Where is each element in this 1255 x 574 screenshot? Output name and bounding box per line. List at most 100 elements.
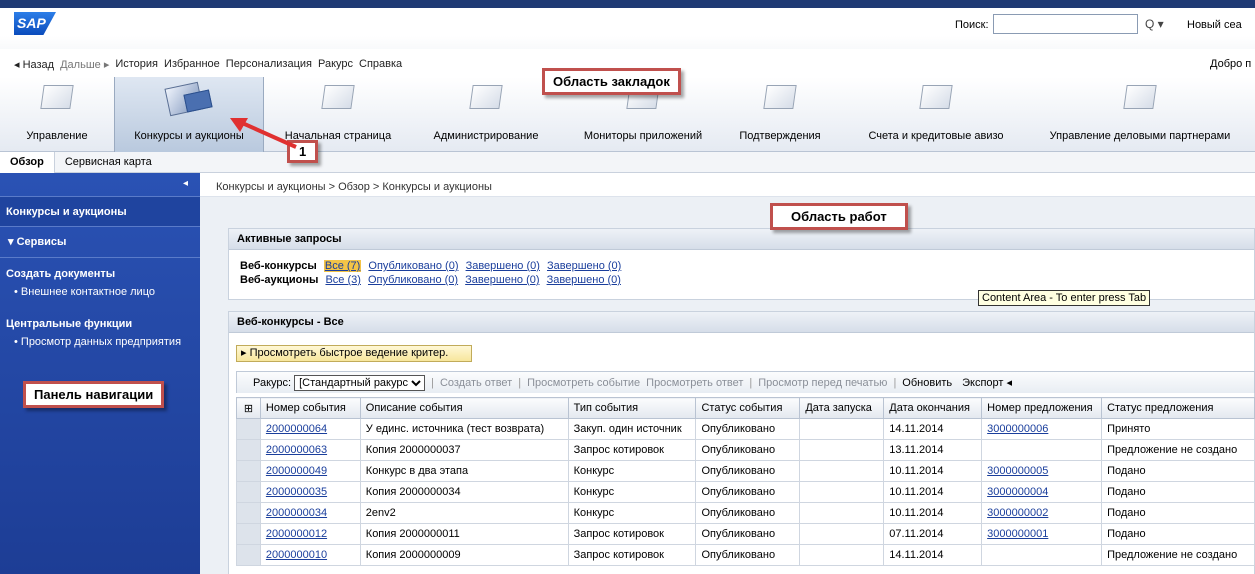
row-selector[interactable] [236, 439, 261, 461]
table-row[interactable]: 2000000049 Конкурс в два этапа Конкурс Опуб… [236, 460, 1255, 482]
link-all-auctions[interactable]: Все (3) [325, 274, 360, 286]
row-selector[interactable] [236, 460, 261, 482]
sidebar-toggle[interactable]: ◂ [0, 173, 200, 197]
back-button[interactable]: ◂ Назад [14, 58, 54, 71]
column-header[interactable]: Статус события [695, 397, 801, 419]
column-header[interactable]: Номер события [259, 397, 361, 419]
table-cell: Конкурс [567, 481, 697, 503]
folder-icon [1123, 85, 1157, 109]
quick-criteria-button[interactable]: ▸ Просмотреть быстрое ведение критер. [236, 345, 472, 362]
offer-number-link[interactable]: 3000000005 [987, 465, 1048, 477]
column-header[interactable]: Дата окончания [883, 397, 983, 419]
sidebar-section-create: Создать документы [6, 268, 116, 280]
nav-help[interactable]: Справка [359, 58, 402, 71]
tab-management[interactable]: Управление [14, 77, 100, 152]
search-input[interactable] [993, 14, 1138, 34]
table-cell [981, 544, 1103, 566]
column-header[interactable]: Описание события [359, 397, 569, 419]
welcome-text: Добро п [1210, 58, 1252, 70]
column-header[interactable]: Номер предложения [981, 397, 1103, 419]
event-number-link[interactable]: 2000000063 [266, 444, 327, 456]
table-cell: 10.11.2014 [883, 502, 983, 524]
row-selector[interactable] [236, 481, 261, 503]
nav-view[interactable]: Ракурс [318, 58, 353, 71]
forward-button[interactable]: Дальше ▸ [60, 58, 109, 71]
column-header[interactable]: Дата запуска [799, 397, 885, 419]
tab-confirmations[interactable]: Подтверждения [730, 77, 830, 152]
create-answer-button[interactable]: Создать ответ [440, 377, 512, 389]
table-row[interactable]: 2000000063 Копия 2000000037 Запрос котиров… [236, 439, 1255, 461]
row-selector[interactable] [236, 502, 261, 524]
subtab-overview[interactable]: Обзор [0, 151, 55, 173]
table-row[interactable]: 2000000034 2env2 Конкурс Опубликовано 10.11.… [236, 502, 1255, 524]
refresh-button[interactable]: Обновить [902, 377, 952, 389]
new-session-link[interactable]: Новый сеа [1187, 19, 1242, 31]
link-published[interactable]: Опубликовано (0) [368, 274, 458, 286]
view-select[interactable]: [Стандартный ракурс [294, 374, 426, 391]
link-all-tenders[interactable]: Все (7) [323, 260, 362, 272]
event-number-link[interactable]: 2000000034 [266, 507, 327, 519]
table-cell: Подано [1101, 502, 1255, 524]
table-cell: Копия 2000000034 [359, 481, 569, 503]
event-number-link[interactable]: 2000000064 [266, 423, 327, 435]
sidebar-item-external-contact[interactable]: • Внешнее контактное лицо [0, 280, 200, 298]
table-row[interactable]: 2000000012 Копия 2000000011 Запрос котиров… [236, 523, 1255, 545]
tab-invoices[interactable]: Счета и кредитовые авизо [856, 77, 1016, 152]
event-number-link[interactable]: 2000000012 [266, 528, 327, 540]
table-row[interactable]: 2000000064 У единс. источника (тест возвр… [236, 418, 1255, 440]
table-cell: 3000000005 [981, 460, 1103, 482]
nav-history[interactable]: История [115, 58, 158, 71]
row-selector[interactable] [236, 523, 261, 545]
table-cell: Опубликовано [695, 481, 801, 503]
offer-number-link[interactable]: 3000000001 [987, 528, 1048, 540]
table-row[interactable]: 2000000035 Копия 2000000034 Конкурс Опублик… [236, 481, 1255, 503]
view-answer-button[interactable]: Просмотреть ответ [646, 377, 743, 389]
table-cell: Подано [1101, 523, 1255, 545]
column-header[interactable]: Тип события [567, 397, 697, 419]
link-completed-2[interactable]: Завершено (0) [547, 260, 621, 272]
separator: | [893, 376, 897, 389]
table-cell: 2000000064 [259, 418, 361, 440]
offer-number-link[interactable]: 3000000006 [987, 423, 1048, 435]
table-cell: 2000000063 [259, 439, 361, 461]
search-label: Поиск: [955, 19, 989, 31]
sidebar-item-company-data[interactable]: • Просмотр данных предприятия [0, 330, 200, 348]
event-number-link[interactable]: 2000000010 [266, 549, 327, 561]
event-number-link[interactable]: 2000000035 [266, 486, 327, 498]
breadcrumb[interactable]: Конкурсы и аукционы > Обзор > Конкурсы и… [200, 173, 1255, 197]
row-label: Веб-аукционы [240, 274, 319, 286]
collapse-icon[interactable]: ◂ [183, 178, 188, 189]
link-completed[interactable]: Завершено (0) [466, 260, 540, 272]
tab-label: Счета и кредитовые авизо [868, 130, 1004, 142]
select-all-icon[interactable]: ⊞ [236, 397, 261, 419]
export-button[interactable]: Экспорт ◂ [962, 376, 1012, 389]
sidebar-title[interactable]: Конкурсы и аукционы [0, 197, 200, 227]
sidebar-services[interactable]: ▾ Сервисы [0, 227, 200, 258]
column-header[interactable]: Статус предложения [1101, 397, 1255, 419]
table-cell: Копия 2000000009 [359, 544, 569, 566]
nav-personalization[interactable]: Персонализация [226, 58, 312, 71]
tab-label: Управление деловыми партнерами [1049, 130, 1231, 142]
tab-administration[interactable]: Администрирование [420, 77, 552, 152]
table-cell: Опубликовано [695, 523, 801, 545]
offer-number-link[interactable]: 3000000002 [987, 507, 1048, 519]
row-selector[interactable] [236, 418, 261, 440]
tab-business-partners[interactable]: Управление деловыми партнерами [1038, 77, 1242, 152]
nav-favorites[interactable]: Избранное [164, 58, 220, 71]
table-cell: Опубликовано [695, 544, 801, 566]
link-completed-2[interactable]: Завершено (0) [547, 274, 621, 286]
view-event-button[interactable]: Просмотреть событие [527, 377, 640, 389]
table-row[interactable]: 2000000010 Копия 2000000009 Запрос котиров… [236, 544, 1255, 566]
offer-number-link[interactable]: 3000000004 [987, 486, 1048, 498]
content-area-tooltip: Content Area - To enter press Tab [978, 290, 1151, 306]
search-icon[interactable]: Q ▾ [1145, 17, 1164, 31]
table-cell: Опубликовано [695, 502, 801, 524]
link-published[interactable]: Опубликовано (0) [368, 260, 458, 272]
row-selector[interactable] [236, 544, 261, 566]
subtab-service-map[interactable]: Сервисная карта [55, 152, 162, 173]
print-preview-button[interactable]: Просмотр перед печатью [758, 377, 887, 389]
folder-icon [40, 85, 74, 109]
table-cell: 2000000035 [259, 481, 361, 503]
event-number-link[interactable]: 2000000049 [266, 465, 327, 477]
link-completed[interactable]: Завершено (0) [465, 274, 539, 286]
